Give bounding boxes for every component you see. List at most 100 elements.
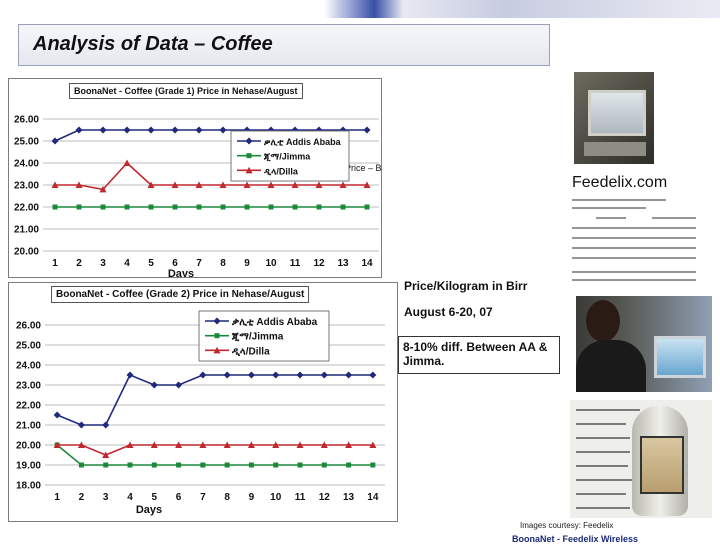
chart2-data-point xyxy=(176,462,182,468)
chart1-data-point xyxy=(195,126,203,134)
chart1-data-point xyxy=(172,204,178,210)
person-head xyxy=(586,300,620,342)
chart1-xtick-label: 3 xyxy=(100,258,106,269)
chart1-data-point xyxy=(220,204,226,210)
chart1-legend-marker xyxy=(246,153,252,159)
feedelix-table-graphic xyxy=(572,199,696,281)
monitor-photo xyxy=(574,72,654,164)
chart1-xtick-label: 10 xyxy=(265,258,277,269)
chart2-xtick-label: 3 xyxy=(103,492,109,503)
phone-screen xyxy=(640,436,684,494)
chart2-title: BoonaNet - Coffee (Grade 2) Price in Neh… xyxy=(51,286,310,303)
chart1-xtick-label: 9 xyxy=(244,258,250,269)
chart2-xtick-label: 5 xyxy=(152,492,158,503)
chart2-data-point xyxy=(346,462,352,468)
chart2-xtick-label: 6 xyxy=(176,492,182,503)
chart2-data-point xyxy=(200,462,206,468)
chart2-xtick-label: 14 xyxy=(367,492,379,503)
chart2-data-point xyxy=(296,371,304,379)
chart2-xtick-label: 11 xyxy=(295,492,306,503)
chart1-data-point xyxy=(99,126,107,134)
chart1-data-point xyxy=(363,126,371,134)
chart2-data-point xyxy=(370,462,376,468)
chart1-data-point xyxy=(340,204,346,210)
chart1-ytick-label: 23.00 xyxy=(14,181,39,192)
chart1-data-point xyxy=(76,204,82,210)
chart2-xtick-label: 12 xyxy=(319,492,331,503)
chart2-data-point xyxy=(102,421,110,429)
chart2-data-point xyxy=(53,411,61,419)
chart2-ytick-label: 21.00 xyxy=(16,421,41,432)
chart2-ytick-label: 20.00 xyxy=(16,441,41,452)
chart1-ytick-label: 20.00 xyxy=(14,247,39,258)
chart1-ytick-label: 21.00 xyxy=(14,225,39,236)
chart2-xtick-label: 7 xyxy=(200,492,206,503)
chart2-data-point xyxy=(126,371,134,379)
chart2-data-point xyxy=(248,462,254,468)
chart2-data-point xyxy=(175,381,183,389)
chart1-xtick-label: 12 xyxy=(313,258,325,269)
chart2-data-point xyxy=(272,371,280,379)
chart1-xtick-label: 11 xyxy=(290,258,301,269)
chart1-data-point xyxy=(123,126,131,134)
chart1-legend-label: ጂማ/Jimma xyxy=(263,152,311,163)
chart2-ytick-label: 22.00 xyxy=(16,401,41,412)
chart2-xtick-label: 9 xyxy=(249,492,255,503)
grade1-price-chart: 20.00 21.00 22.00 23.00 24.00 25.00 26.00 1 2 3 4 5… xyxy=(8,78,382,278)
chart1-xtick-label: 8 xyxy=(220,258,226,269)
chart1-ytick-label: 24.00 xyxy=(14,159,39,170)
chart1-xtick-label: 2 xyxy=(76,258,82,269)
computer-screen xyxy=(654,336,706,378)
phone-device xyxy=(632,406,688,516)
chart1-ytick-label: 25.00 xyxy=(14,137,39,148)
chart1-data-point xyxy=(75,126,83,134)
slide-top-bar xyxy=(0,0,720,18)
monitor-screen xyxy=(588,90,646,136)
chart2-xtick-label: 8 xyxy=(224,492,230,503)
chart1-yaxis-label: Price – Birr/Kg xyxy=(345,163,381,173)
chart2-ytick-label: 23.00 xyxy=(16,381,41,392)
image-credit: Images courtesy: Feedelix xyxy=(520,521,614,530)
chart1-legend-label: ዲላ/Dilla xyxy=(263,166,299,176)
chart1-title: BoonaNet - Coffee (Grade 1) Price in Neh… xyxy=(69,83,303,99)
chart2-data-point xyxy=(247,371,255,379)
chart1-data-point xyxy=(148,204,154,210)
unit-label-box: Price/Kilogram in Birr xyxy=(400,276,568,298)
chart1-data-point xyxy=(196,204,202,210)
slide-title: Analysis of Data – Coffee xyxy=(33,33,273,55)
chart1-ytick-label: 26.00 xyxy=(14,115,39,126)
chart1-legend: ቃሊቲ Addis Ababa ጂማ/Jimma ዲላ/Dilla xyxy=(230,130,350,182)
chart1-data-point xyxy=(268,204,274,210)
chart2-data-point xyxy=(297,462,303,468)
chart1-svg: 20.0021.0022.0023.0024.0025.0026.001 2 3 4 5… xyxy=(14,115,381,278)
chart1-ytick-label: 22.00 xyxy=(14,203,39,214)
chart2-data-point xyxy=(369,371,377,379)
chart1-data-point xyxy=(244,204,250,210)
chart2-series-0 xyxy=(53,371,377,429)
chart1-data-point xyxy=(124,204,130,210)
chart1-data-point xyxy=(316,204,322,210)
chart2-series-1 xyxy=(54,442,376,468)
chart1-data-point xyxy=(52,204,58,210)
difference-note-box: 8-10% diff. Between AA & Jimma. xyxy=(398,336,560,374)
monitor-base xyxy=(584,142,646,156)
chart1-data-point xyxy=(219,126,227,134)
chart2-ytick-label: 26.00 xyxy=(16,321,41,332)
chart2-data-point xyxy=(127,462,133,468)
footer-text: BoonaNet - Feedelix Wireless xyxy=(512,534,638,544)
chart2-data-point xyxy=(103,462,109,468)
chart2-xtick-label: 4 xyxy=(127,492,133,503)
chart2-xaxis-label: Days xyxy=(136,504,162,516)
chart2-legend-marker xyxy=(214,333,220,339)
chart1-data-point xyxy=(51,137,59,145)
chart2-data-point xyxy=(78,462,84,468)
chart2-data-point xyxy=(345,371,353,379)
chart1-xtick-label: 7 xyxy=(196,258,202,269)
chart2-data-point xyxy=(199,371,207,379)
chart2-data-point xyxy=(150,381,158,389)
chart2-data-point xyxy=(224,462,230,468)
chart2-svg: 18.00 19.00 20.00 21.00 22.00 23.00 24.00 25.00… xyxy=(16,310,385,516)
chart2-legend-label: ቃሊቲ Addis Ababa xyxy=(232,317,318,328)
date-label-box: August 6-20, 07 xyxy=(400,302,558,324)
chart1-xtick-label: 13 xyxy=(337,258,349,269)
